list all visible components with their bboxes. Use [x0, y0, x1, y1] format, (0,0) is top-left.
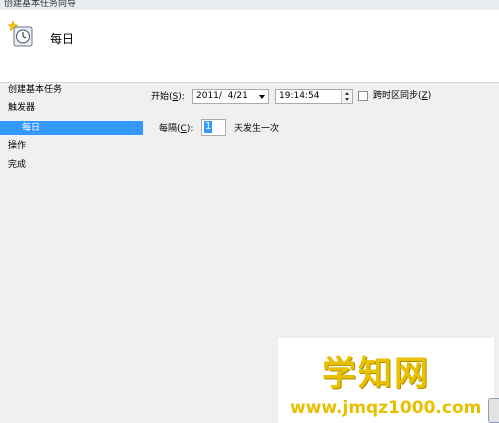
next-button[interactable] — [488, 398, 499, 423]
recur-suffix-label: 天发生一次 — [234, 124, 280, 134]
sync-timezone-checkbox[interactable] — [358, 91, 368, 101]
time-spinner[interactable] — [341, 90, 352, 103]
recur-days-value: 1 — [204, 121, 213, 133]
watermark-title: 学知网 — [322, 354, 430, 394]
wizard-steps-sidebar: 创建基本任务 触发器 每日 操作 完成 — [0, 83, 145, 423]
start-date-value: 2011/ 4/21 — [196, 91, 248, 101]
chevron-down-icon[interactable] — [259, 95, 265, 99]
start-time-value: 19:14:54 — [279, 91, 320, 101]
start-label: 开始(S): — [151, 92, 185, 102]
start-time-field[interactable]: 19:14:54 — [275, 89, 353, 104]
watermark-url: www.jmqz1000.com — [290, 398, 482, 418]
sidebar-item-daily[interactable]: 每日 — [0, 121, 143, 135]
sidebar-item-create-basic-task[interactable]: 创建基本任务 — [8, 83, 62, 97]
spin-up-icon[interactable] — [345, 92, 349, 95]
recur-label: 每隔(C): — [159, 124, 194, 134]
window-title: 创建基本任务向导 — [4, 0, 77, 9]
wizard-header: 每日 — [0, 10, 499, 83]
window-titlebar: 创建基本任务向导 — [0, 0, 499, 10]
scheduled-task-clock-icon — [8, 20, 33, 47]
recur-days-input[interactable]: 1 — [201, 119, 226, 136]
page-title: 每日 — [50, 32, 75, 46]
sidebar-item-finish[interactable]: 完成 — [8, 158, 26, 172]
sync-timezone-label[interactable]: 跨时区同步(Z) — [373, 89, 431, 103]
spin-down-icon[interactable] — [345, 98, 349, 101]
sidebar-item-action[interactable]: 操作 — [8, 139, 26, 153]
start-date-picker[interactable]: 2011/ 4/21 — [192, 89, 269, 104]
site-watermark: 学知网 www.jmqz1000.com — [278, 338, 494, 423]
sidebar-item-trigger[interactable]: 触发器 — [8, 101, 35, 115]
